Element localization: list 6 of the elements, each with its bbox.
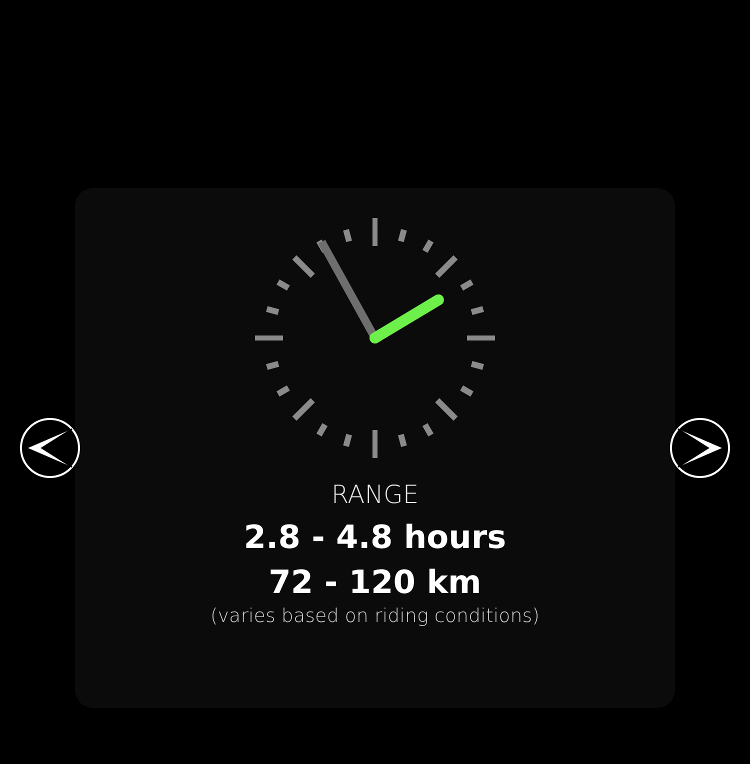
- range-note: (varies based on riding conditions): [210, 604, 540, 628]
- range-value: 72 - 120 km: [268, 562, 482, 603]
- next-button[interactable]: [670, 418, 730, 478]
- range-title: RANGE: [331, 482, 419, 507]
- previous-button[interactable]: [20, 418, 80, 478]
- range-value: 2.8 - 4.8 hours: [244, 517, 506, 558]
